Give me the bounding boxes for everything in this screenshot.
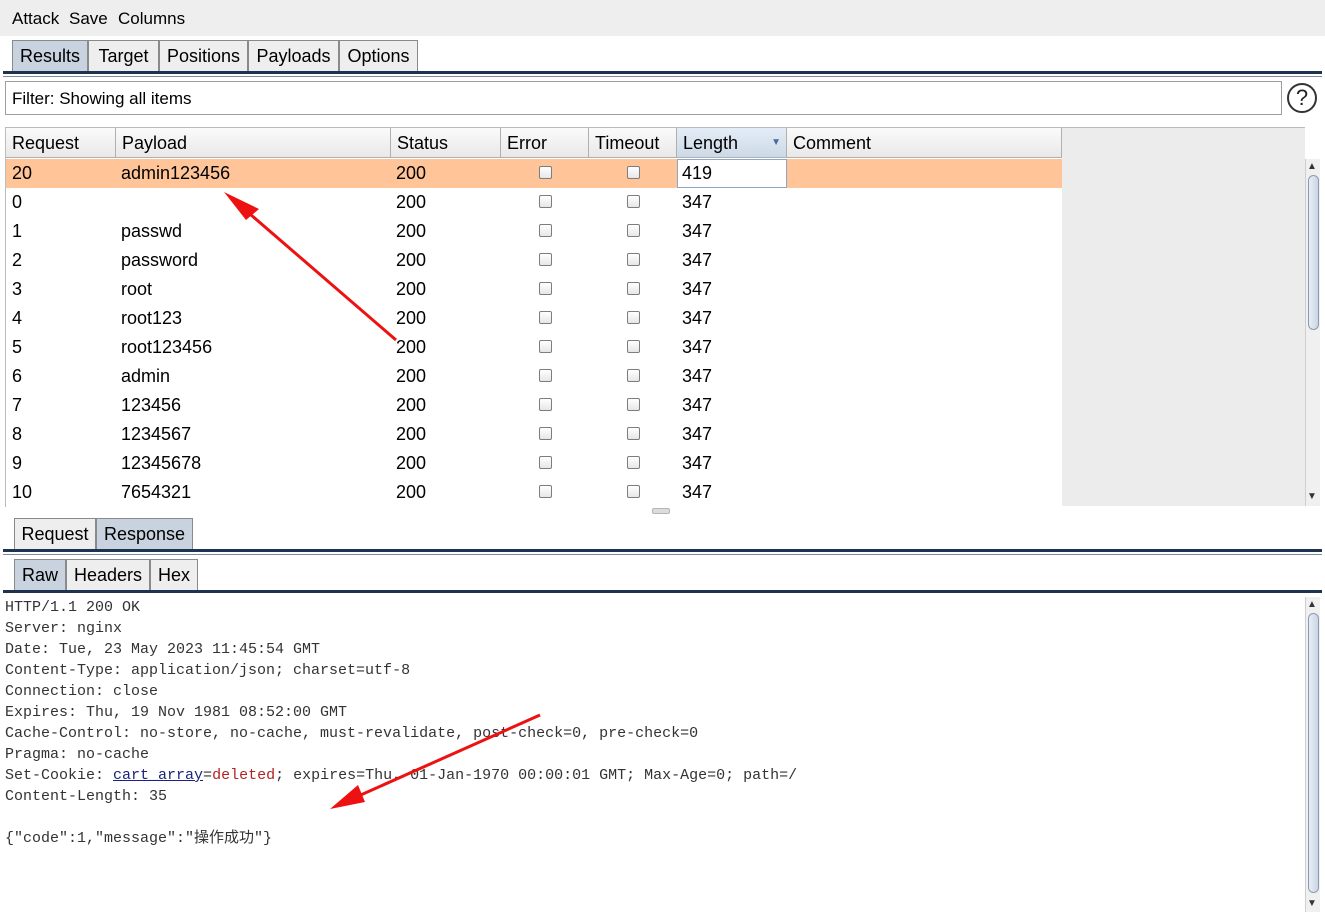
annotation-overlay	[224, 192, 541, 809]
annotation-arrow-2	[330, 713, 541, 809]
annotation-arrow-1	[224, 192, 397, 342]
